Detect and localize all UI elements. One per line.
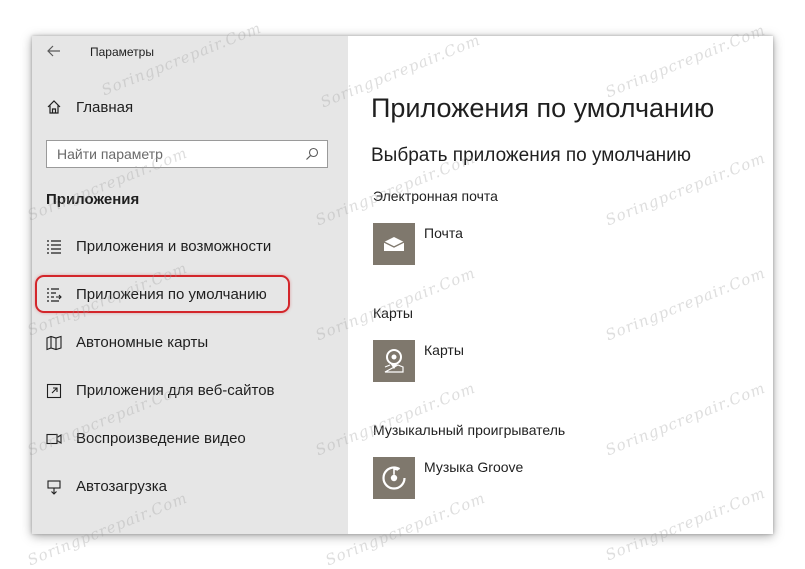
settings-window: Параметры Главная Приложения Приложения … (32, 36, 773, 534)
sub-heading: Выбрать приложения по умолчанию (371, 145, 692, 166)
default-app-maps[interactable]: Карты (373, 340, 633, 384)
sidebar-item-label: Приложения для веб-сайтов (76, 382, 275, 399)
search-box[interactable] (46, 140, 328, 168)
app-tile (373, 340, 415, 382)
app-name: Карты (424, 342, 464, 358)
back-arrow-icon (47, 45, 60, 57)
sidebar-item-apps-features[interactable]: Приложения и возможности (32, 229, 348, 265)
default-apps-icon (47, 288, 62, 302)
sidebar-item-offline-maps[interactable]: Автономные карты (32, 325, 348, 361)
sidebar-item-label: Главная (76, 99, 134, 116)
maps-pin-icon (384, 349, 404, 373)
window-title: Параметры (90, 45, 154, 59)
app-name: Музыка Groove (424, 459, 524, 475)
sidebar: Параметры Главная Приложения Приложения … (32, 36, 348, 534)
video-playback-icon (46, 433, 62, 445)
category-label-maps: Карты (373, 305, 413, 321)
back-button[interactable] (42, 40, 66, 62)
sidebar-item-web-apps[interactable]: Приложения для веб-сайтов (32, 373, 348, 409)
category-label-music: Музыкальный проигрыватель (373, 422, 566, 438)
mail-icon (383, 237, 405, 251)
title-bar: Параметры (32, 36, 348, 68)
apps-list-icon (47, 240, 61, 254)
sidebar-item-default-apps[interactable]: Приложения по умолчанию (32, 275, 348, 313)
sidebar-item-video-playback[interactable]: Воспроизведение видео (32, 421, 348, 457)
section-heading: Приложения (46, 191, 140, 208)
app-tile (373, 223, 415, 265)
sidebar-item-label: Автозагрузка (76, 478, 167, 495)
offline-map-icon (46, 335, 62, 351)
sidebar-item-label: Приложения и возможности (76, 238, 272, 255)
sidebar-item-label: Приложения по умолчанию (76, 286, 267, 303)
default-app-music[interactable]: Музыка Groove (373, 457, 633, 501)
sidebar-item-startup[interactable]: Автозагрузка (32, 469, 348, 505)
app-tile (373, 457, 415, 499)
web-link-icon (46, 383, 62, 399)
category-label-email: Электронная почта (373, 188, 498, 204)
search-input[interactable] (47, 141, 307, 167)
sidebar-item-label: Автономные карты (76, 334, 209, 351)
main-panel: Приложения по умолчанию Выбрать приложен… (348, 36, 773, 534)
page-title: Приложения по умолчанию (371, 93, 715, 123)
home-icon (47, 100, 61, 114)
app-name: Почта (424, 225, 463, 241)
sidebar-item-label: Воспроизведение видео (76, 430, 246, 447)
search-icon[interactable] (305, 147, 319, 161)
default-app-email[interactable]: Почта (373, 223, 633, 267)
groove-music-icon (382, 466, 406, 490)
startup-icon (47, 480, 61, 495)
sidebar-item-home[interactable]: Главная (32, 92, 348, 122)
